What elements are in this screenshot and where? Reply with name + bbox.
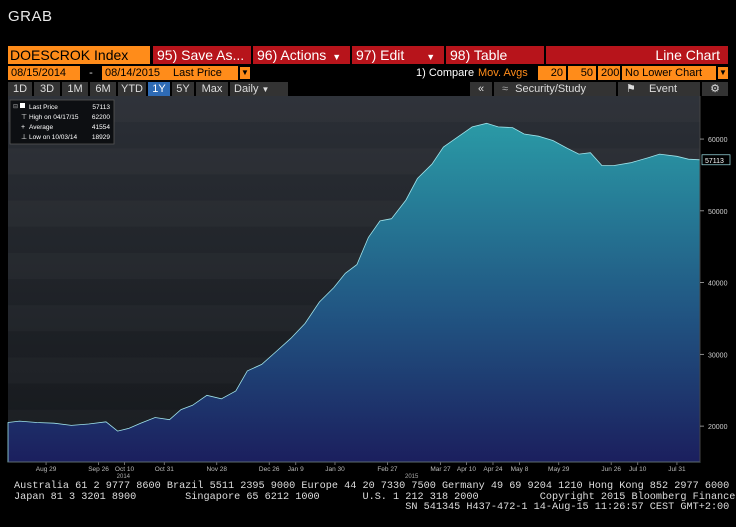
x-tick-label: Oct 10 <box>115 466 135 473</box>
legend-value-high: 62200 <box>92 114 110 121</box>
low-arrow-icon: ⊥ <box>21 134 27 141</box>
x-tick-label: Feb 27 <box>377 466 398 473</box>
lower-chart-select[interactable]: No Lower Chart <box>622 66 716 80</box>
legend-toggle-icon[interactable]: ⊟ <box>13 104 18 110</box>
x-tick-label: Sep 26 <box>88 466 109 473</box>
x-tick-label: Dec 26 <box>259 466 280 473</box>
window-title: GRAB <box>8 8 53 25</box>
period-1y[interactable]: 1Y <box>148 82 170 96</box>
x-tick-label: Jun 26 <box>601 466 621 473</box>
actions-label: 96) Actions <box>257 47 327 63</box>
legend-swatch-last-price <box>20 103 25 108</box>
high-arrow-icon: ⊤ <box>21 114 27 121</box>
event-button[interactable]: ⚑ Event <box>618 82 700 96</box>
period-bar: 1D 3D 1M 6M YTD 1Y 5Y Max Daily ▼ « ≈ Se… <box>8 82 728 96</box>
chart-legend[interactable]: ⊟ Last Price 57113 ⊤ High on 04/17/15 62… <box>9 99 115 145</box>
event-label: Event <box>648 83 678 95</box>
price-field-select[interactable]: Last Price <box>170 66 238 80</box>
chevron-down-icon[interactable]: ▼ <box>240 67 250 79</box>
end-date-field[interactable]: 08/14/2015 <box>102 66 170 80</box>
y-tick-label: 50000 <box>708 209 728 216</box>
legend-label-last: Last Price <box>29 104 58 111</box>
frequency-select[interactable]: Daily ▼ <box>230 82 288 96</box>
legend-label-average: Average <box>29 124 53 131</box>
average-icon: + <box>21 124 25 131</box>
price-chart: 20000 30000 40000 50000 60000 Aug 29 Sep 26 Oc… <box>7 96 731 480</box>
security-study-label: Security/Study <box>515 83 587 95</box>
x-tick-label: Oct 31 <box>155 466 175 473</box>
collapse-button[interactable]: « <box>470 82 492 96</box>
x-tick-label: Nov 28 <box>206 466 227 473</box>
x-tick-label: Jan 30 <box>325 466 345 473</box>
ticker-field[interactable]: DOESCROK Index <box>8 46 150 64</box>
x-tick-label: Jan 9 <box>288 466 304 473</box>
legend-value-last: 57113 <box>92 104 110 111</box>
ma-20-field[interactable]: 20 <box>538 66 566 80</box>
period-ytd[interactable]: YTD <box>118 82 146 96</box>
save-as-label: 95) Save As... <box>157 47 245 63</box>
last-value-label: 57113 <box>705 158 724 165</box>
x-tick-label: Mar 27 <box>430 466 451 473</box>
legend-value-low: 18929 <box>92 134 110 141</box>
chart-type-label: Line Chart <box>546 46 728 64</box>
footer-contacts: Australia 61 2 9777 8600 Brazil 5511 239… <box>14 481 736 514</box>
y-axis: 20000 30000 40000 50000 60000 <box>700 137 728 431</box>
chevron-down-icon[interactable]: ▼ <box>718 67 728 79</box>
x-tick-label: Aug 29 <box>36 466 57 473</box>
x-tick-label: Apr 24 <box>483 466 503 473</box>
chevron-down-icon: ▼ <box>426 52 436 62</box>
x-tick-label: May 8 <box>511 466 529 473</box>
x-tick-label: Apr 10 <box>457 466 477 473</box>
edit-label: 97) Edit <box>356 47 405 63</box>
ma-50-field[interactable]: 50 <box>568 66 596 80</box>
legend-label-low: Low on 10/03/14 <box>29 134 77 141</box>
legend-value-average: 41554 <box>92 124 110 131</box>
date-separator: - <box>83 66 99 80</box>
chevron-down-icon: ▼ <box>332 52 342 62</box>
flag-icon: ⚑ <box>626 83 636 95</box>
period-6m[interactable]: 6M <box>90 82 116 96</box>
year-label: 2014 <box>117 474 131 480</box>
last-value-marker: 57113 <box>701 154 731 166</box>
y-tick-label: 30000 <box>708 352 728 359</box>
gear-icon[interactable]: ⚙ <box>702 82 728 96</box>
date-range-bar: 08/15/2014 - 08/14/2015 Last Price ▼ 1) … <box>8 66 728 80</box>
save-as-button[interactable]: 95) Save As... <box>153 46 251 64</box>
security-study-button[interactable]: ≈ Security/Study <box>494 82 616 96</box>
period-5y[interactable]: 5Y <box>172 82 194 96</box>
ma-200-field[interactable]: 200 <box>598 66 620 80</box>
x-tick-label: Jul 10 <box>629 466 647 473</box>
actions-menu[interactable]: 96) Actions ▼ <box>253 46 350 64</box>
year-labels: 2014 2015 <box>117 474 419 480</box>
footer-line-1: Australia 61 2 9777 8600 Brazil 5511 239… <box>14 481 730 492</box>
x-tick-label: May 29 <box>548 466 570 473</box>
start-date-field[interactable]: 08/15/2014 <box>8 66 80 80</box>
security-study-icon: ≈ <box>502 83 509 95</box>
period-1m[interactable]: 1M <box>62 82 88 96</box>
mov-avgs-label: Mov. Avgs <box>478 67 528 79</box>
period-1d[interactable]: 1D <box>8 82 32 96</box>
table-button[interactable]: 98) Table <box>446 46 544 64</box>
footer-line-3: SN 541345 H437-472-1 14-Aug-15 11:26:57 … <box>14 502 730 513</box>
chevron-down-icon: ▼ <box>261 85 270 94</box>
year-label: 2015 <box>405 474 419 480</box>
table-label: 98) Table <box>450 47 508 63</box>
x-tick-label: Jul 31 <box>668 466 686 473</box>
period-3d[interactable]: 3D <box>34 82 60 96</box>
edit-menu[interactable]: 97) Edit ▼ <box>352 46 444 64</box>
y-tick-label: 20000 <box>708 424 728 431</box>
y-tick-label: 40000 <box>708 281 728 288</box>
y-tick-label: 60000 <box>708 137 728 144</box>
period-max[interactable]: Max <box>196 82 228 96</box>
command-bar: DOESCROK Index 95) Save As... 96) Action… <box>8 46 728 64</box>
compare-button[interactable]: 1) Compare <box>416 66 474 80</box>
frequency-label: Daily <box>234 83 259 95</box>
x-axis: Aug 29 Sep 26 Oct 10 Oct 31 Nov 28 Dec 26 Jan … <box>8 461 700 473</box>
legend-label-high: High on 04/17/15 <box>29 114 79 121</box>
